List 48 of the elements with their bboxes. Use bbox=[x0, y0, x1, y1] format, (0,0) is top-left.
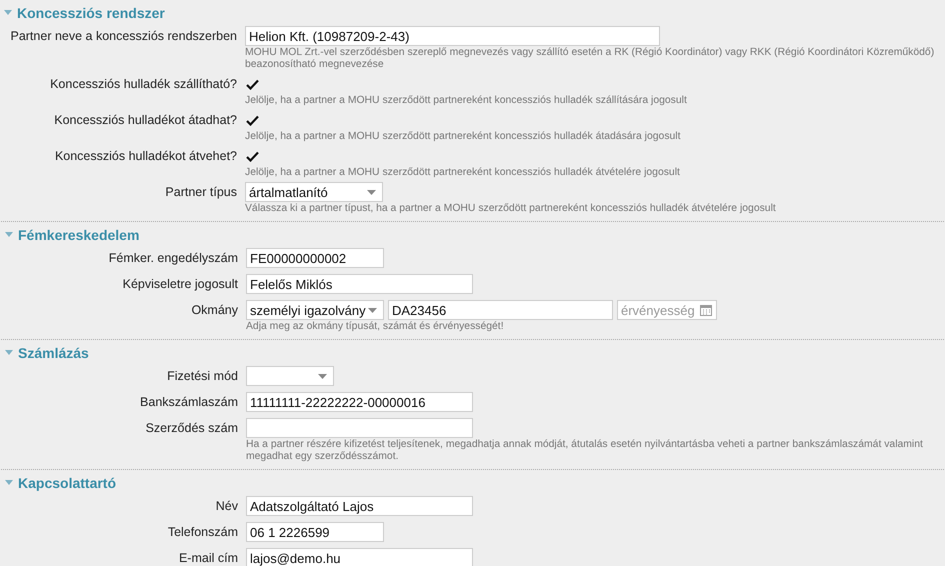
field-label: Fémker. engedélyszám bbox=[108, 251, 238, 265]
text-field[interactable]: 06 1 2226599 bbox=[246, 522, 384, 542]
text-field[interactable] bbox=[246, 418, 473, 438]
field-label: Képviseletre jogosult bbox=[122, 277, 238, 291]
checkbox[interactable] bbox=[245, 149, 259, 163]
dropdown[interactable]: személyi igazolvány bbox=[246, 300, 384, 320]
field-label: Bankszámlaszám bbox=[140, 395, 238, 409]
text-field[interactable]: Felelős Miklós bbox=[246, 274, 473, 294]
caret-icon bbox=[368, 308, 377, 313]
field-label: Partner típus bbox=[165, 185, 237, 199]
collapse-caret-icon[interactable] bbox=[4, 10, 12, 16]
field-label: Név bbox=[216, 499, 238, 513]
caret-icon bbox=[318, 374, 327, 379]
help-text: Jelölje, ha a partner a MOHU szerződött partnereként koncessziós hulladék átvételére jogosult bbox=[245, 167, 681, 179]
dropdown[interactable]: ártalmatlanító bbox=[245, 182, 383, 202]
field-label: Szerződés szám bbox=[146, 421, 238, 435]
text-field[interactable]: Helion Kft. (10987209-2-43) bbox=[245, 26, 660, 46]
help-text: Válassza ki a partner típust, ha a partner a MOHU szerződött partnereként koncessziós hulladék átvételére jogosult bbox=[245, 203, 777, 215]
field-label: Koncessziós hulladékot átadhat? bbox=[54, 113, 237, 127]
section-title: Kapcsolattartó bbox=[18, 475, 116, 491]
help-text: Ha a partner részére kifizetést teljesítenek, megadhatja annak módját, átutalás esetén nyilvántartásba veheti a partner bankszámlaszámát valamint megadhat egy szerződésszámot. bbox=[246, 439, 924, 463]
text-field[interactable]: Adatszolgáltató Lajos bbox=[246, 496, 473, 516]
section-title: Koncessziós rendszer bbox=[17, 5, 165, 21]
field-label: Koncessziós hulladék szállítható? bbox=[50, 77, 237, 91]
collapse-caret-icon[interactable] bbox=[5, 480, 13, 486]
help-text: Adja meg az okmány típusát, számát és érvényességét! bbox=[246, 321, 505, 333]
caret-icon bbox=[367, 190, 376, 195]
field-label: Partner neve a koncessziós rendszerben bbox=[10, 29, 237, 43]
section-title: Fémkereskedelem bbox=[18, 227, 140, 243]
text-field[interactable]: 11111111-22222222-00000016 bbox=[246, 392, 473, 412]
calendar-icon[interactable] bbox=[700, 304, 712, 316]
checkbox[interactable] bbox=[245, 77, 259, 91]
help-text: Jelölje, ha a partner a MOHU szerződött partnereként koncessziós hulladék szállítására jogosult bbox=[245, 95, 688, 107]
field-label: Fizetési mód bbox=[167, 369, 238, 383]
field-label: Okmány bbox=[191, 303, 238, 317]
help-text: MOHU MOL Zrt.-vel szerződésben szereplő megnevezés vagy szállító esetén a RK (Régió Koordinátor) vagy RKK (Régió Koordinátori Közreműködő) beazonosítható megnevezése bbox=[245, 47, 936, 71]
text-field[interactable]: DA23456 bbox=[388, 300, 613, 320]
help-text: Jelölje, ha a partner a MOHU szerződött partnereként koncessziós hulladék átadására jogosult bbox=[245, 131, 682, 143]
collapse-caret-icon[interactable] bbox=[5, 232, 13, 238]
dropdown[interactable] bbox=[246, 366, 334, 386]
section-title: Számlázás bbox=[18, 345, 89, 361]
collapse-caret-icon[interactable] bbox=[5, 350, 13, 356]
field-label: E-mail cím bbox=[178, 551, 238, 565]
checkbox[interactable] bbox=[245, 113, 259, 127]
field-label: Koncessziós hulladékot átvehet? bbox=[54, 149, 237, 163]
text-field[interactable]: FE00000000002 bbox=[246, 248, 384, 268]
text-field[interactable]: lajos@demo.hu bbox=[246, 548, 473, 566]
field-label: Telefonszám bbox=[168, 525, 238, 539]
